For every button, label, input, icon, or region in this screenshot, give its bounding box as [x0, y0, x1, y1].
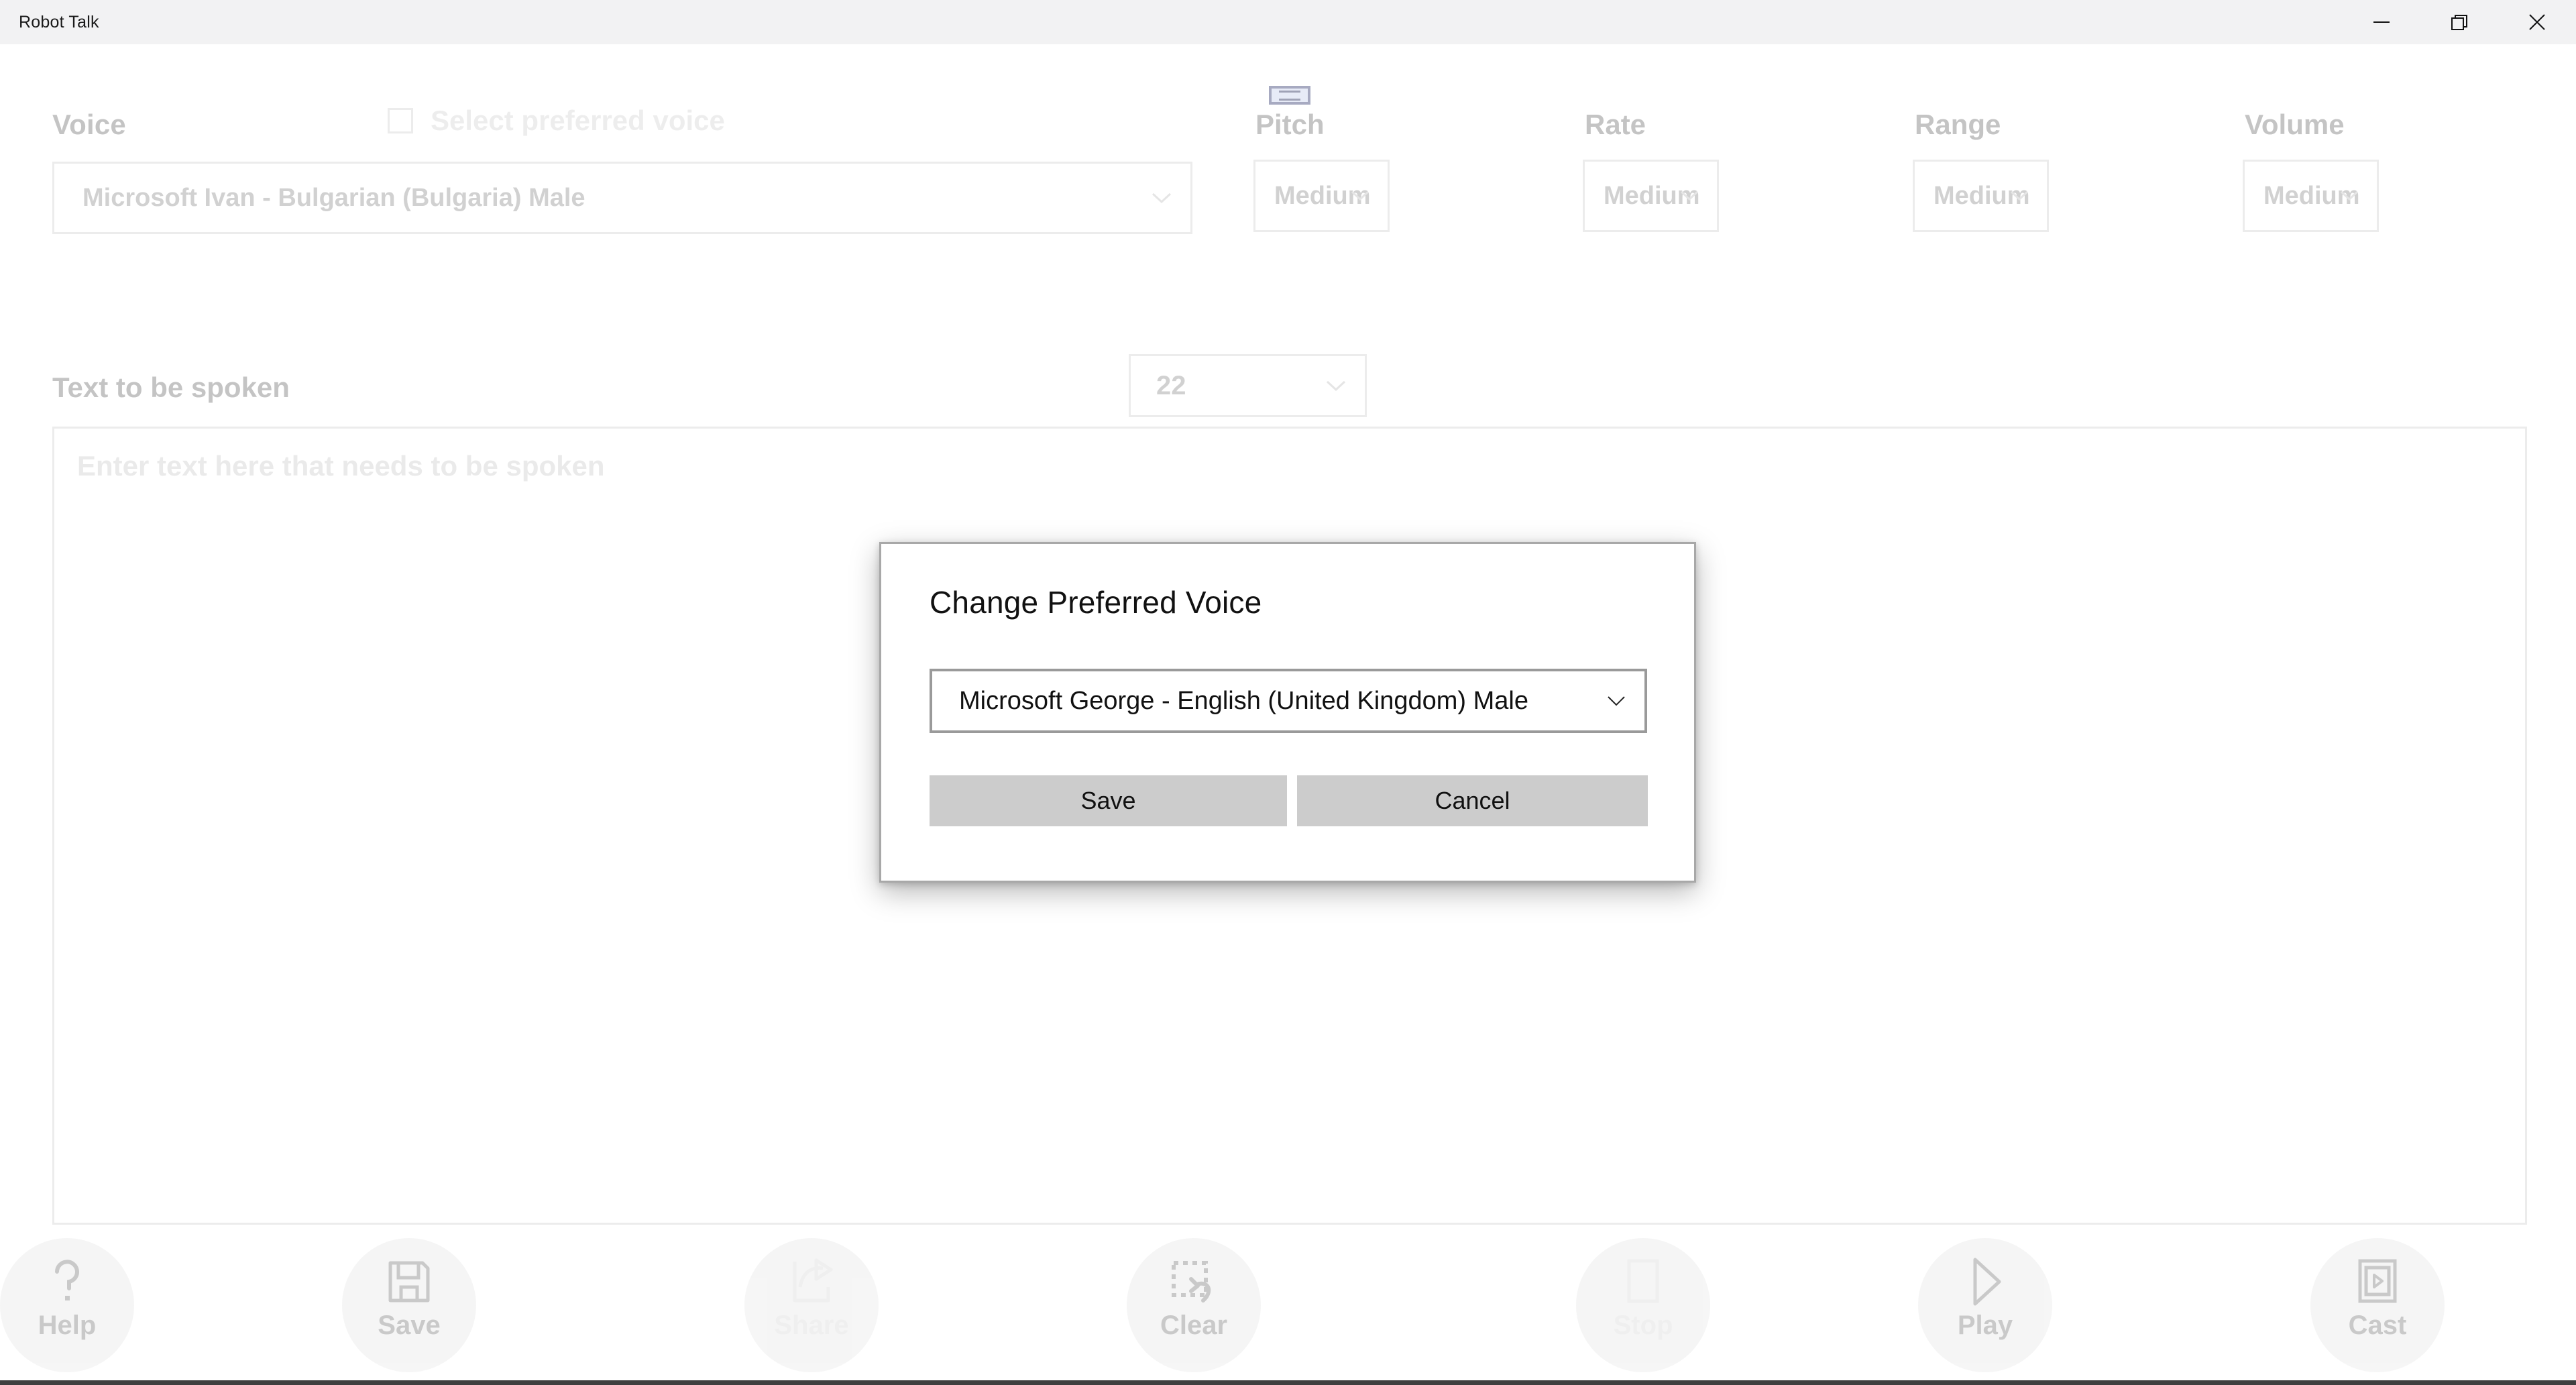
chevron-down-icon: [1606, 694, 1627, 708]
dialog-cancel-button[interactable]: Cancel: [1297, 775, 1648, 826]
dialog-title: Change Preferred Voice: [930, 587, 1262, 618]
dialog-voice-value: Microsoft George - English (United Kingd…: [959, 687, 1528, 716]
change-preferred-voice-dialog: Change Preferred Voice Microsoft George …: [879, 542, 1696, 883]
dialog-voice-select[interactable]: Microsoft George - English (United Kingd…: [930, 669, 1647, 733]
dialog-save-button[interactable]: Save: [930, 775, 1287, 826]
modal-layer: Change Preferred Voice Microsoft George …: [0, 0, 2576, 1385]
